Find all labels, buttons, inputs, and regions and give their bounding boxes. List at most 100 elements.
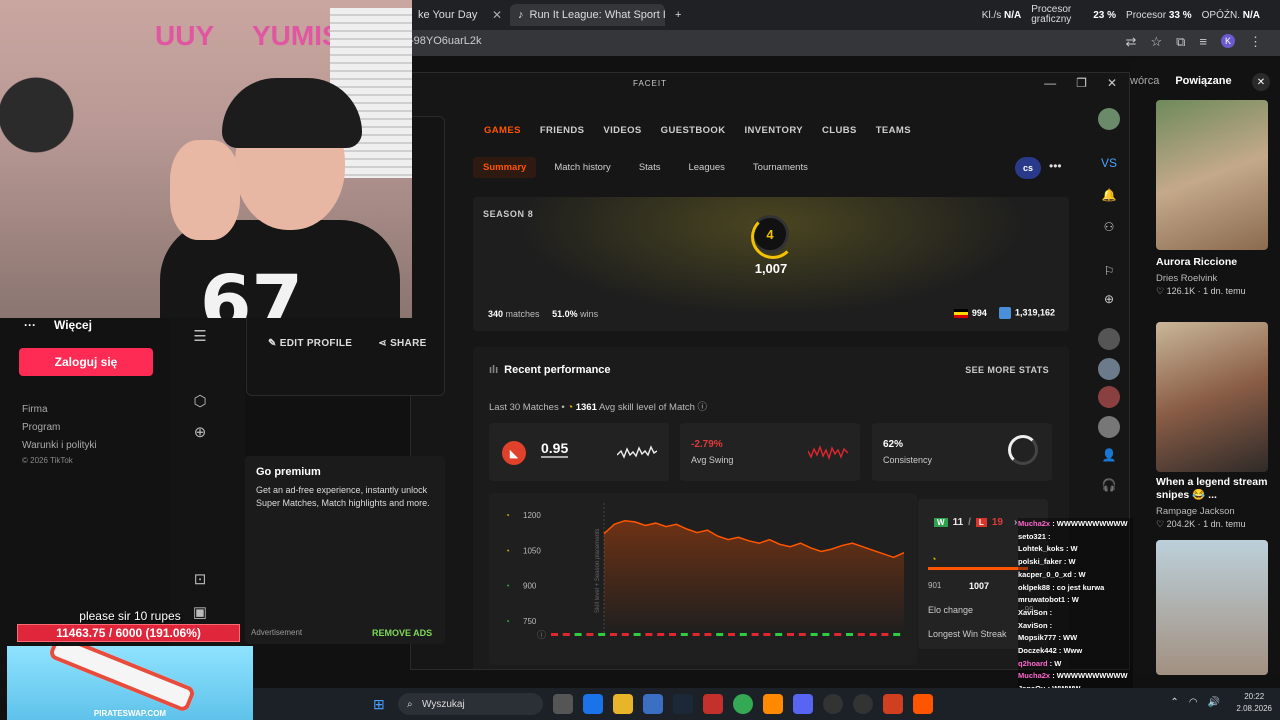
browser-tab-2[interactable]: ♪ Run It League: What Sport Is 'R ✕ — [510, 4, 665, 26]
explorer-icon[interactable] — [613, 694, 633, 714]
chat-username[interactable]: seto321 — [1018, 532, 1046, 541]
store-icon[interactable] — [643, 694, 663, 714]
discord-icon[interactable] — [793, 694, 813, 714]
tab-friends[interactable]: FRIENDS — [540, 125, 585, 136]
chat-username[interactable]: oklpek88 — [1018, 583, 1050, 592]
more-options-icon[interactable]: ••• — [1049, 159, 1062, 173]
tab-summary[interactable]: Summary — [473, 157, 537, 178]
chat-username[interactable]: polski_faker — [1018, 557, 1062, 566]
url-field[interactable]: -98YO6uarL2k — [410, 35, 482, 47]
match-result-mark[interactable] — [551, 633, 558, 636]
match-result-mark[interactable] — [751, 633, 759, 636]
chat-username[interactable]: Mucha2x — [1018, 671, 1050, 680]
person-icon[interactable]: 👤 — [1100, 446, 1118, 464]
crop-icon[interactable]: ⊡ — [190, 569, 210, 589]
chat-username[interactable]: mruwatobot1 — [1018, 595, 1065, 604]
app-icon[interactable] — [763, 694, 783, 714]
friends-icon[interactable]: ⚇ — [1100, 218, 1118, 236]
match-result-mark[interactable] — [834, 633, 842, 636]
list-icon[interactable]: ☰ — [190, 326, 210, 346]
login-button[interactable]: Zaloguj się — [19, 348, 153, 376]
media-icon[interactable]: ≡ — [1199, 34, 1207, 50]
match-result-mark[interactable] — [574, 633, 582, 636]
chat-username[interactable]: q2hoard — [1018, 659, 1048, 668]
friend-avatar[interactable] — [1098, 358, 1120, 380]
obs-icon[interactable] — [823, 694, 843, 714]
match-result-mark[interactable] — [787, 633, 794, 636]
share-button[interactable]: ⋖ SHARE — [378, 338, 426, 349]
match-result-mark[interactable] — [562, 633, 570, 636]
remove-ads-button[interactable]: REMOVE ADS — [372, 628, 432, 638]
tab-clubs[interactable]: CLUBS — [822, 125, 857, 136]
taskbar-search[interactable]: ⌕ Wyszukaj — [398, 693, 543, 715]
match-result-mark[interactable] — [645, 633, 653, 636]
tab-stats[interactable]: Stats — [629, 157, 671, 178]
obs-icon[interactable] — [853, 694, 873, 714]
video-thumbnail[interactable] — [1156, 322, 1268, 472]
app-icon[interactable] — [703, 694, 723, 714]
wifi-icon[interactable]: ◠ — [1189, 697, 1198, 708]
user-avatar[interactable] — [1098, 108, 1120, 130]
tab-leagues[interactable]: Leagues — [678, 157, 734, 178]
vs-icon[interactable]: VS — [1100, 154, 1118, 172]
match-result-mark[interactable] — [610, 633, 617, 636]
close-icon[interactable]: ✕ — [1252, 73, 1270, 91]
tab-teams[interactable]: TEAMS — [876, 125, 911, 136]
match-result-mark[interactable] — [810, 633, 818, 636]
game-selector[interactable]: cs — [1015, 157, 1041, 179]
extensions-icon[interactable]: ⧉ — [1176, 34, 1185, 50]
friend-avatar[interactable] — [1098, 416, 1120, 438]
add-circle-icon[interactable]: ⊕ — [1100, 290, 1118, 308]
match-result-mark[interactable] — [893, 633, 901, 636]
profile-avatar[interactable]: K — [1221, 34, 1235, 48]
match-result-mark[interactable] — [763, 633, 771, 636]
task-view-icon[interactable] — [553, 694, 573, 714]
match-result-mark[interactable] — [669, 633, 676, 636]
tab-tournaments[interactable]: Tournaments — [743, 157, 818, 178]
match-result-mark[interactable] — [704, 633, 712, 636]
match-result-mark[interactable] — [598, 633, 606, 636]
headset-icon[interactable]: 🎧 — [1100, 476, 1118, 494]
browser-tab-1[interactable]: ke Your Day ✕ — [410, 4, 510, 26]
chat-username[interactable]: XaviSon — [1018, 608, 1048, 617]
video-title[interactable]: When a legend stream snipes 😂 ... — [1156, 476, 1271, 502]
footer-link-company[interactable]: Firma — [22, 404, 48, 415]
tab-games[interactable]: GAMES — [484, 125, 521, 136]
chat-username[interactable]: Mopsik777 — [1018, 633, 1056, 642]
friend-avatar[interactable] — [1098, 386, 1120, 408]
tab-videos[interactable]: VIDEOS — [603, 125, 641, 136]
minimize-icon[interactable]: — — [1044, 76, 1056, 90]
tab-related[interactable]: Powiązane — [1175, 75, 1231, 87]
match-result-mark[interactable] — [739, 633, 747, 636]
info-icon[interactable]: ⓘ — [698, 402, 708, 413]
match-result-mark[interactable] — [621, 633, 629, 636]
tab-guestbook[interactable]: GUESTBOOK — [661, 125, 726, 136]
chat-username[interactable]: XaviSon — [1018, 621, 1048, 630]
add-circle-icon[interactable]: ⊕ — [190, 422, 210, 442]
chat-username[interactable]: Lohtek_koks — [1018, 544, 1064, 553]
tab-inventory[interactable]: INVENTORY — [744, 125, 803, 136]
chevron-right-icon[interactable]: › — [1014, 517, 1017, 528]
restore-icon[interactable]: ❐ — [1076, 76, 1087, 90]
match-result-mark[interactable] — [857, 633, 865, 636]
match-result-mark[interactable] — [692, 633, 700, 636]
steam-icon[interactable] — [673, 694, 693, 714]
video-title[interactable]: Aurora Riccione — [1156, 256, 1271, 269]
chat-username[interactable]: Doczek442 — [1018, 646, 1057, 655]
more-menu[interactable]: ··· Więcej — [24, 318, 92, 332]
match-result-mark[interactable] — [586, 633, 594, 636]
bell-icon[interactable]: 🔔 — [1100, 186, 1118, 204]
edit-profile-button[interactable]: ✎ EDIT PROFILE — [268, 338, 352, 349]
match-result-mark[interactable] — [657, 633, 665, 636]
footer-link-terms[interactable]: Warunki i polityki — [22, 440, 97, 451]
match-result-mark[interactable] — [716, 633, 724, 636]
menu-icon[interactable]: ⋮ — [1249, 34, 1262, 50]
match-result-mark[interactable] — [881, 633, 889, 636]
new-tab-button[interactable]: + — [667, 4, 687, 26]
faceit-icon[interactable] — [913, 694, 933, 714]
match-result-mark[interactable] — [680, 633, 688, 636]
tab-creator[interactable]: wórca — [1130, 75, 1159, 87]
close-icon[interactable]: ✕ — [1107, 76, 1117, 90]
star-icon[interactable]: ☆ — [1150, 34, 1162, 50]
match-result-mark[interactable] — [633, 633, 641, 636]
